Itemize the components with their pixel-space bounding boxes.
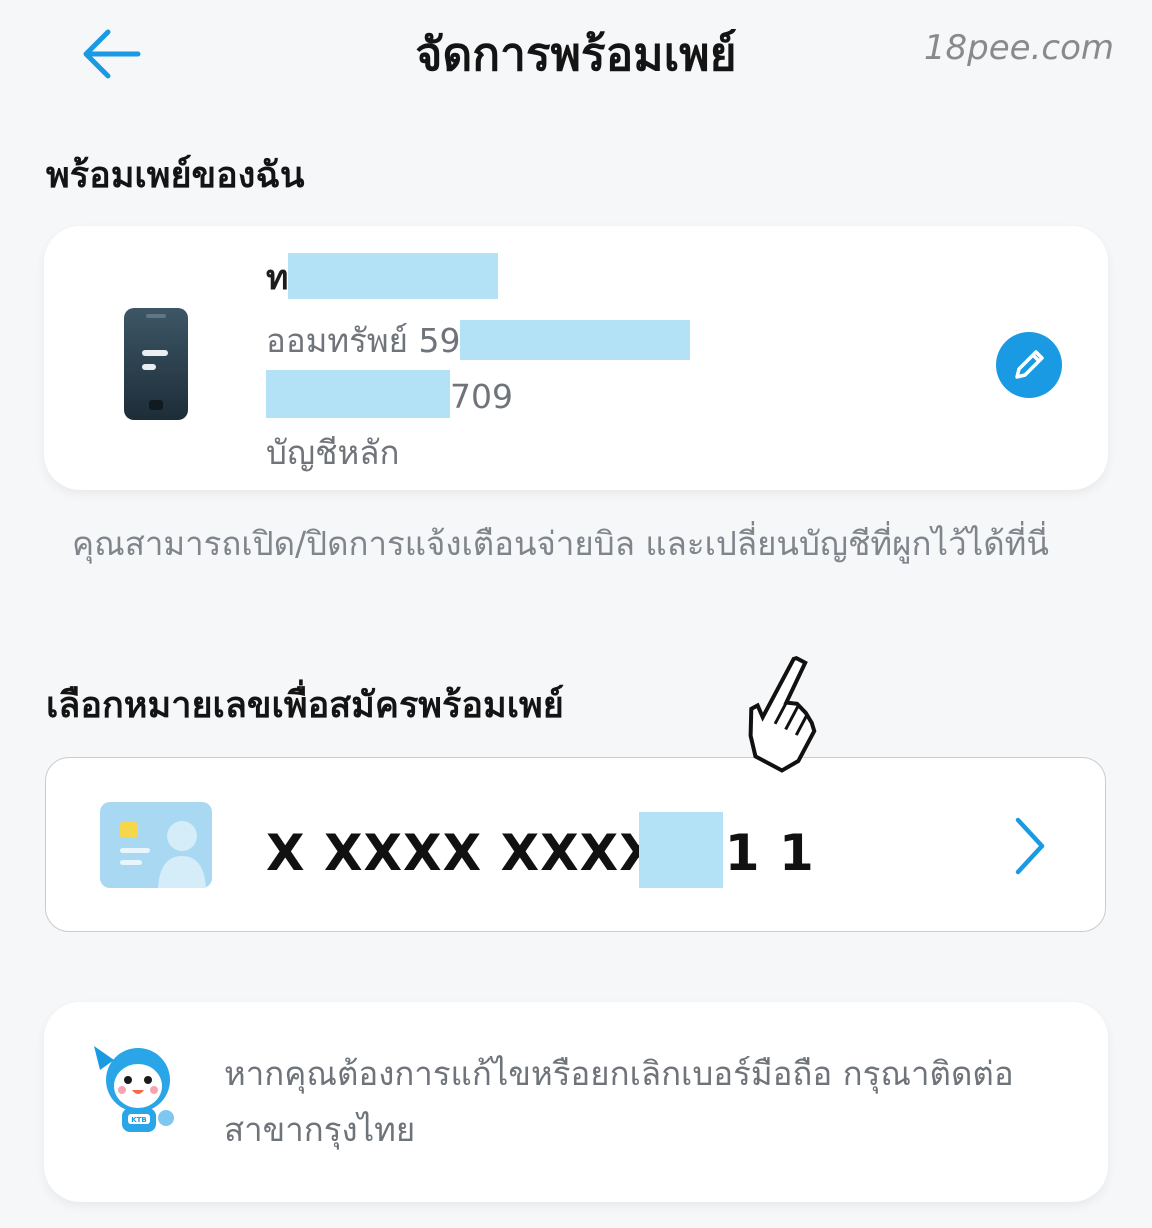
account-type: บัญชีหลัก (266, 433, 400, 472)
id-number-option[interactable]: X XXXX XXXX 1 1 (45, 757, 1106, 932)
notice-card: KTB หากคุณต้องการแก้ไขหรือยกเลิกเบอร์มือ… (44, 1002, 1108, 1202)
account-number-continued: 709 (266, 370, 513, 418)
redaction-mask (638, 812, 723, 888)
watermark: 18pee.com (923, 28, 1114, 68)
id-card-icon (100, 802, 212, 888)
promptpay-hint: คุณสามารถเปิด/ปิดการแจ้งเตือนจ่ายบิล และ… (72, 524, 1049, 563)
promptpay-account-card: ท ออมทรัพย์ 59 709 บัญชีหลัก (44, 226, 1108, 490)
notice-text: หากคุณต้องการแก้ไขหรือยกเลิกเบอร์มือถือ … (224, 1054, 1014, 1149)
account-number: ออมทรัพย์ 59 (266, 314, 691, 367)
account-name: ท (266, 250, 499, 304)
svg-text:KTB: KTB (131, 1116, 147, 1124)
my-promptpay-heading: พร้อมเพย์ของฉัน (46, 155, 305, 196)
redaction-mask (288, 253, 499, 299)
register-heading: เลือกหมายเลขเพื่อสมัครพร้อมเพย์ (46, 685, 564, 726)
chevron-right-icon (1015, 817, 1045, 875)
ktb-mascot-icon: KTB (94, 1046, 174, 1132)
redaction-mask (266, 370, 450, 418)
redaction-mask (460, 320, 691, 360)
pencil-icon (1015, 350, 1044, 379)
pointing-hand-icon (748, 655, 817, 773)
id-number: X XXXX XXXX 1 1 (266, 812, 815, 888)
mobile-phone-icon (124, 308, 188, 420)
edit-button[interactable] (996, 332, 1062, 398)
